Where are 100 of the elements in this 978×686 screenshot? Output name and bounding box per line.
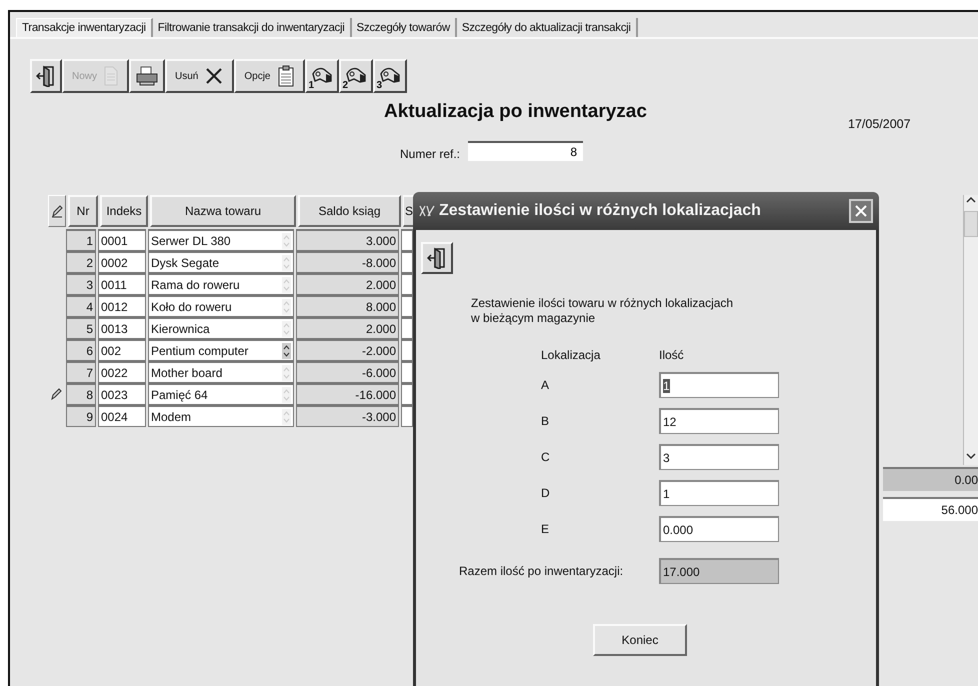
table-cell: 0011 bbox=[98, 273, 146, 295]
scroll-down-icon[interactable] bbox=[965, 451, 977, 461]
table-cell: Serwer DL 380 bbox=[151, 234, 231, 248]
ref-number-field[interactable]: 8 bbox=[468, 141, 584, 161]
location-header: Lokalizacja bbox=[541, 348, 602, 362]
quantity-field[interactable]: 1 bbox=[659, 372, 779, 398]
exit-door-icon bbox=[427, 247, 447, 269]
table-cell: 0024 bbox=[98, 405, 146, 427]
table-cell: Kierownica bbox=[151, 322, 210, 336]
location-label: C bbox=[541, 450, 551, 464]
table-cell: 0013 bbox=[98, 317, 146, 339]
quantity-field[interactable]: 3 bbox=[659, 444, 779, 470]
pencil-icon bbox=[50, 387, 62, 401]
dialog-title: Zestawienie ilości w różnych lokalizacjach bbox=[439, 202, 762, 220]
description-text: Zestawienie ilości towaru w różnych lokalizacjach w bieżącym magazynie bbox=[471, 296, 734, 326]
location-label: E bbox=[541, 522, 550, 536]
table-cell bbox=[401, 361, 413, 383]
amount-field[interactable]: 56.000 bbox=[883, 497, 978, 521]
form-title: Aktualizacja po inwentaryzac bbox=[384, 101, 647, 123]
location-label: B bbox=[541, 414, 550, 428]
table-cell bbox=[401, 295, 413, 317]
table-cell: Rama do roweru bbox=[151, 278, 240, 292]
table-cell: 5 bbox=[66, 317, 96, 339]
table-cell: -16.000 bbox=[296, 383, 399, 405]
location-label: A bbox=[541, 378, 550, 392]
tab[interactable]: Szczegóły do aktualizacji transakcji bbox=[456, 18, 638, 37]
hand-button[interactable]: 2 bbox=[338, 59, 372, 93]
table-cell bbox=[401, 317, 413, 339]
table-cell: Dysk Segate bbox=[151, 256, 220, 270]
quantity-header: Ilość bbox=[659, 348, 684, 362]
table-cell: 2.000 bbox=[296, 317, 399, 339]
edit-indicator-header[interactable] bbox=[48, 195, 66, 227]
exit-button[interactable] bbox=[30, 59, 62, 93]
hand-button[interactable]: 1 bbox=[304, 59, 338, 93]
table-cell: 0023 bbox=[98, 383, 146, 405]
table-cell bbox=[401, 251, 413, 273]
table-cell: 0002 bbox=[98, 251, 146, 273]
total-field: 17.000 bbox=[659, 558, 779, 584]
location-label: D bbox=[541, 486, 551, 500]
table-cell: 0012 bbox=[98, 295, 146, 317]
table-cell: -6.000 bbox=[296, 361, 399, 383]
table-cell: 3 bbox=[66, 273, 96, 295]
table-cell: 0022 bbox=[98, 361, 146, 383]
table-cell: 3.000 bbox=[296, 229, 399, 251]
quantity-field[interactable]: 0.000 bbox=[659, 516, 779, 542]
document-icon bbox=[103, 66, 120, 86]
app-icon bbox=[419, 204, 435, 218]
tab[interactable]: Szczegóły towarów bbox=[352, 18, 457, 37]
scrollbar[interactable] bbox=[963, 195, 978, 465]
table-cell: 4 bbox=[66, 295, 96, 317]
exit-button[interactable] bbox=[421, 242, 453, 274]
date-label: 17/05/2007 bbox=[848, 117, 911, 131]
scroll-up-icon[interactable] bbox=[965, 195, 977, 205]
quantity-field[interactable]: 12 bbox=[659, 408, 779, 434]
table-cell: Pamięć 64 bbox=[151, 388, 208, 402]
delete-button[interactable]: Usuń bbox=[165, 59, 234, 93]
tab[interactable]: Transakcje inwentaryzacji bbox=[16, 18, 153, 37]
table-cell: -8.000 bbox=[296, 251, 399, 273]
table-cell: 1 bbox=[66, 229, 96, 251]
table-cell: 6 bbox=[66, 339, 96, 361]
column-header[interactable]: Nazwa towaru bbox=[150, 195, 296, 227]
spinner-icon[interactable] bbox=[282, 342, 291, 358]
table-cell bbox=[401, 405, 413, 427]
options-button[interactable]: Opcje bbox=[234, 59, 304, 93]
pencil-icon bbox=[51, 204, 63, 218]
table-cell: 2 bbox=[66, 251, 96, 273]
column-header[interactable]: Indeks bbox=[100, 195, 148, 227]
table-cell: 002 bbox=[98, 339, 146, 361]
exit-door-icon bbox=[36, 65, 56, 87]
table-cell: 0001 bbox=[98, 229, 146, 251]
table-cell: Pentium computer bbox=[151, 344, 248, 358]
ref-label: Numer ref.: bbox=[400, 147, 460, 161]
table-cell: 8.000 bbox=[296, 295, 399, 317]
tab[interactable]: Filtrowanie transakcji do inwentaryzacji bbox=[152, 18, 352, 37]
printer-icon bbox=[135, 65, 160, 87]
table-cell: 8 bbox=[66, 383, 96, 405]
close-x-icon bbox=[204, 66, 224, 86]
table-cell: Modem bbox=[151, 410, 192, 424]
table-cell: -3.000 bbox=[296, 405, 399, 427]
clipboard-icon bbox=[276, 65, 294, 87]
table-cell: Mother board bbox=[151, 366, 222, 380]
column-header[interactable]: Saldo ksiąg bbox=[298, 195, 401, 227]
table-cell: Koło do roweru bbox=[151, 300, 232, 314]
table-cell: -2.000 bbox=[296, 339, 399, 361]
table-cell bbox=[401, 339, 413, 361]
column-header[interactable]: Nr bbox=[68, 195, 98, 227]
quantity-field[interactable]: 1 bbox=[659, 480, 779, 506]
table-cell: 2.000 bbox=[296, 273, 399, 295]
table-cell bbox=[401, 273, 413, 295]
print-button[interactable] bbox=[129, 59, 166, 93]
scroll-thumb[interactable] bbox=[964, 211, 978, 237]
table-cell: 7 bbox=[66, 361, 96, 383]
close-icon bbox=[854, 204, 868, 218]
table-cell bbox=[401, 383, 413, 405]
total-label: Razem ilość po inwentaryzacji: bbox=[459, 564, 624, 578]
hand-button[interactable]: 3 bbox=[372, 59, 406, 93]
finish-button[interactable]: Koniec bbox=[593, 624, 687, 656]
close-button[interactable] bbox=[849, 199, 873, 223]
table-cell bbox=[401, 229, 413, 251]
table-cell: 9 bbox=[66, 405, 96, 427]
